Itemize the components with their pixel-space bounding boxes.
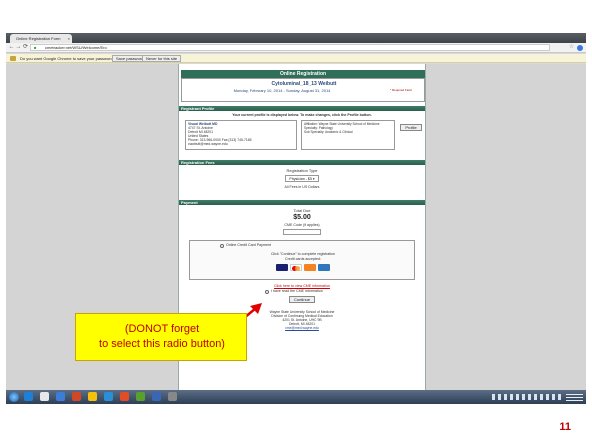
registration-type-label: Registration Type	[286, 168, 318, 173]
profile-notice: Your current profile is displayed below.…	[232, 113, 372, 117]
event-title: Cytoluminal_18_13 Weibutt	[271, 81, 337, 87]
url-text: cmetracker.net/WSU/Welcome/Ero	[45, 45, 107, 50]
annotation-line-1: (DONOT forget	[124, 323, 200, 335]
total-due-label: Total Due	[293, 208, 311, 213]
tab-bar: Online Registration Form ×	[6, 33, 586, 43]
event-box: Cytoluminal_18_13 Weibutt Monday, Februa…	[181, 78, 425, 102]
browser-tab[interactable]: Online Registration Form ×	[10, 34, 72, 43]
taskbar-app-icon[interactable]	[152, 392, 161, 401]
mastercard-icon	[290, 264, 302, 271]
visa-card-icon	[276, 264, 288, 271]
password-infobar: Do you want Google Chrome to save your p…	[6, 54, 586, 63]
fees-note: All Fees in US Dollars	[284, 185, 320, 189]
page-icon: ■	[34, 45, 37, 50]
read-cme-label: I have read the CME information	[271, 289, 323, 293]
taskbar-app-icon[interactable]	[72, 392, 81, 401]
annotation-line-2: to select this radio button)	[99, 338, 225, 350]
cards-accepted-note: Credit cards accepted:	[285, 257, 321, 261]
bookmark-star-icon[interactable]: ☆	[568, 44, 575, 51]
amex-card-icon	[318, 264, 330, 271]
taskbar-app-icon[interactable]	[104, 392, 113, 401]
discover-card-icon	[304, 264, 316, 271]
taskbar	[6, 390, 586, 404]
system-tray-icons[interactable]	[492, 394, 562, 400]
cme-code-input[interactable]	[283, 229, 321, 235]
taskbar-app-icon[interactable]	[24, 392, 33, 401]
profile-button[interactable]: Profile	[400, 124, 422, 131]
back-icon[interactable]: ←	[8, 44, 15, 51]
forward-icon[interactable]: →	[15, 44, 22, 51]
registrant-section-header: Registrant Profile	[179, 106, 425, 111]
tab-close-icon[interactable]: ×	[68, 34, 70, 43]
taskbar-app-icon[interactable]	[40, 392, 49, 401]
cme-code-label: CME Code (if applies)	[284, 223, 320, 227]
total-due-value: $5.00	[293, 214, 311, 221]
continue-button[interactable]: Continue	[289, 296, 315, 303]
url-input[interactable]: ■ cmetracker.net/WSU/Welcome/Ero	[30, 44, 550, 51]
credit-card-radio[interactable]	[220, 244, 224, 248]
payment-method-box: Online Credit Card Payment Click "Contin…	[189, 240, 415, 280]
form-header: Online Registration	[181, 70, 425, 78]
required-note: * Required Field	[390, 88, 412, 92]
read-cme-radio[interactable]	[265, 290, 269, 294]
reload-icon[interactable]: ⟳	[22, 44, 29, 51]
registrant-affiliation-box: Affiliation: Wayne State University Scho…	[301, 120, 395, 150]
fees-section-header: Registration Fees	[179, 160, 425, 165]
payment-method-label: Online Credit Card Payment	[226, 243, 271, 247]
taskbar-app-icon[interactable]	[136, 392, 145, 401]
registration-type-select[interactable]: Physician - $5 ▾	[285, 175, 319, 182]
extension-icon[interactable]	[577, 45, 583, 51]
start-button-icon[interactable]	[9, 392, 19, 402]
slide-number: 11	[559, 421, 571, 433]
registrant-email: cwwbutt@med.wayne.edu	[188, 142, 228, 146]
clock-icon	[566, 393, 583, 401]
key-icon	[10, 56, 16, 61]
taskbar-app-icon[interactable]	[88, 392, 97, 401]
taskbar-app-icon[interactable]	[120, 392, 129, 401]
taskbar-app-icon[interactable]	[168, 392, 177, 401]
tab-title: Online Registration Form	[16, 36, 61, 41]
address-bar-row: ← → ⟳ ■ cmetracker.net/WSU/Welcome/Ero ☆	[6, 43, 586, 53]
event-dates: Monday, February 10, 2014 - Sunday, Augu…	[233, 88, 331, 93]
sub-specialty: Sub Specialty: Anatomic & Clinical	[304, 130, 353, 134]
never-for-site-button[interactable]: Never for this site	[142, 55, 182, 62]
registrant-contact-box: Visual Weibutt MD 4747 St. Antoine Detro…	[185, 120, 297, 150]
taskbar-app-icon[interactable]	[56, 392, 65, 401]
password-prompt: Do you want Google Chrome to save your p…	[20, 56, 115, 61]
payment-section-header: Payment	[179, 200, 425, 205]
annotation-callout: (DONOT forget to select this radio butto…	[75, 313, 247, 361]
